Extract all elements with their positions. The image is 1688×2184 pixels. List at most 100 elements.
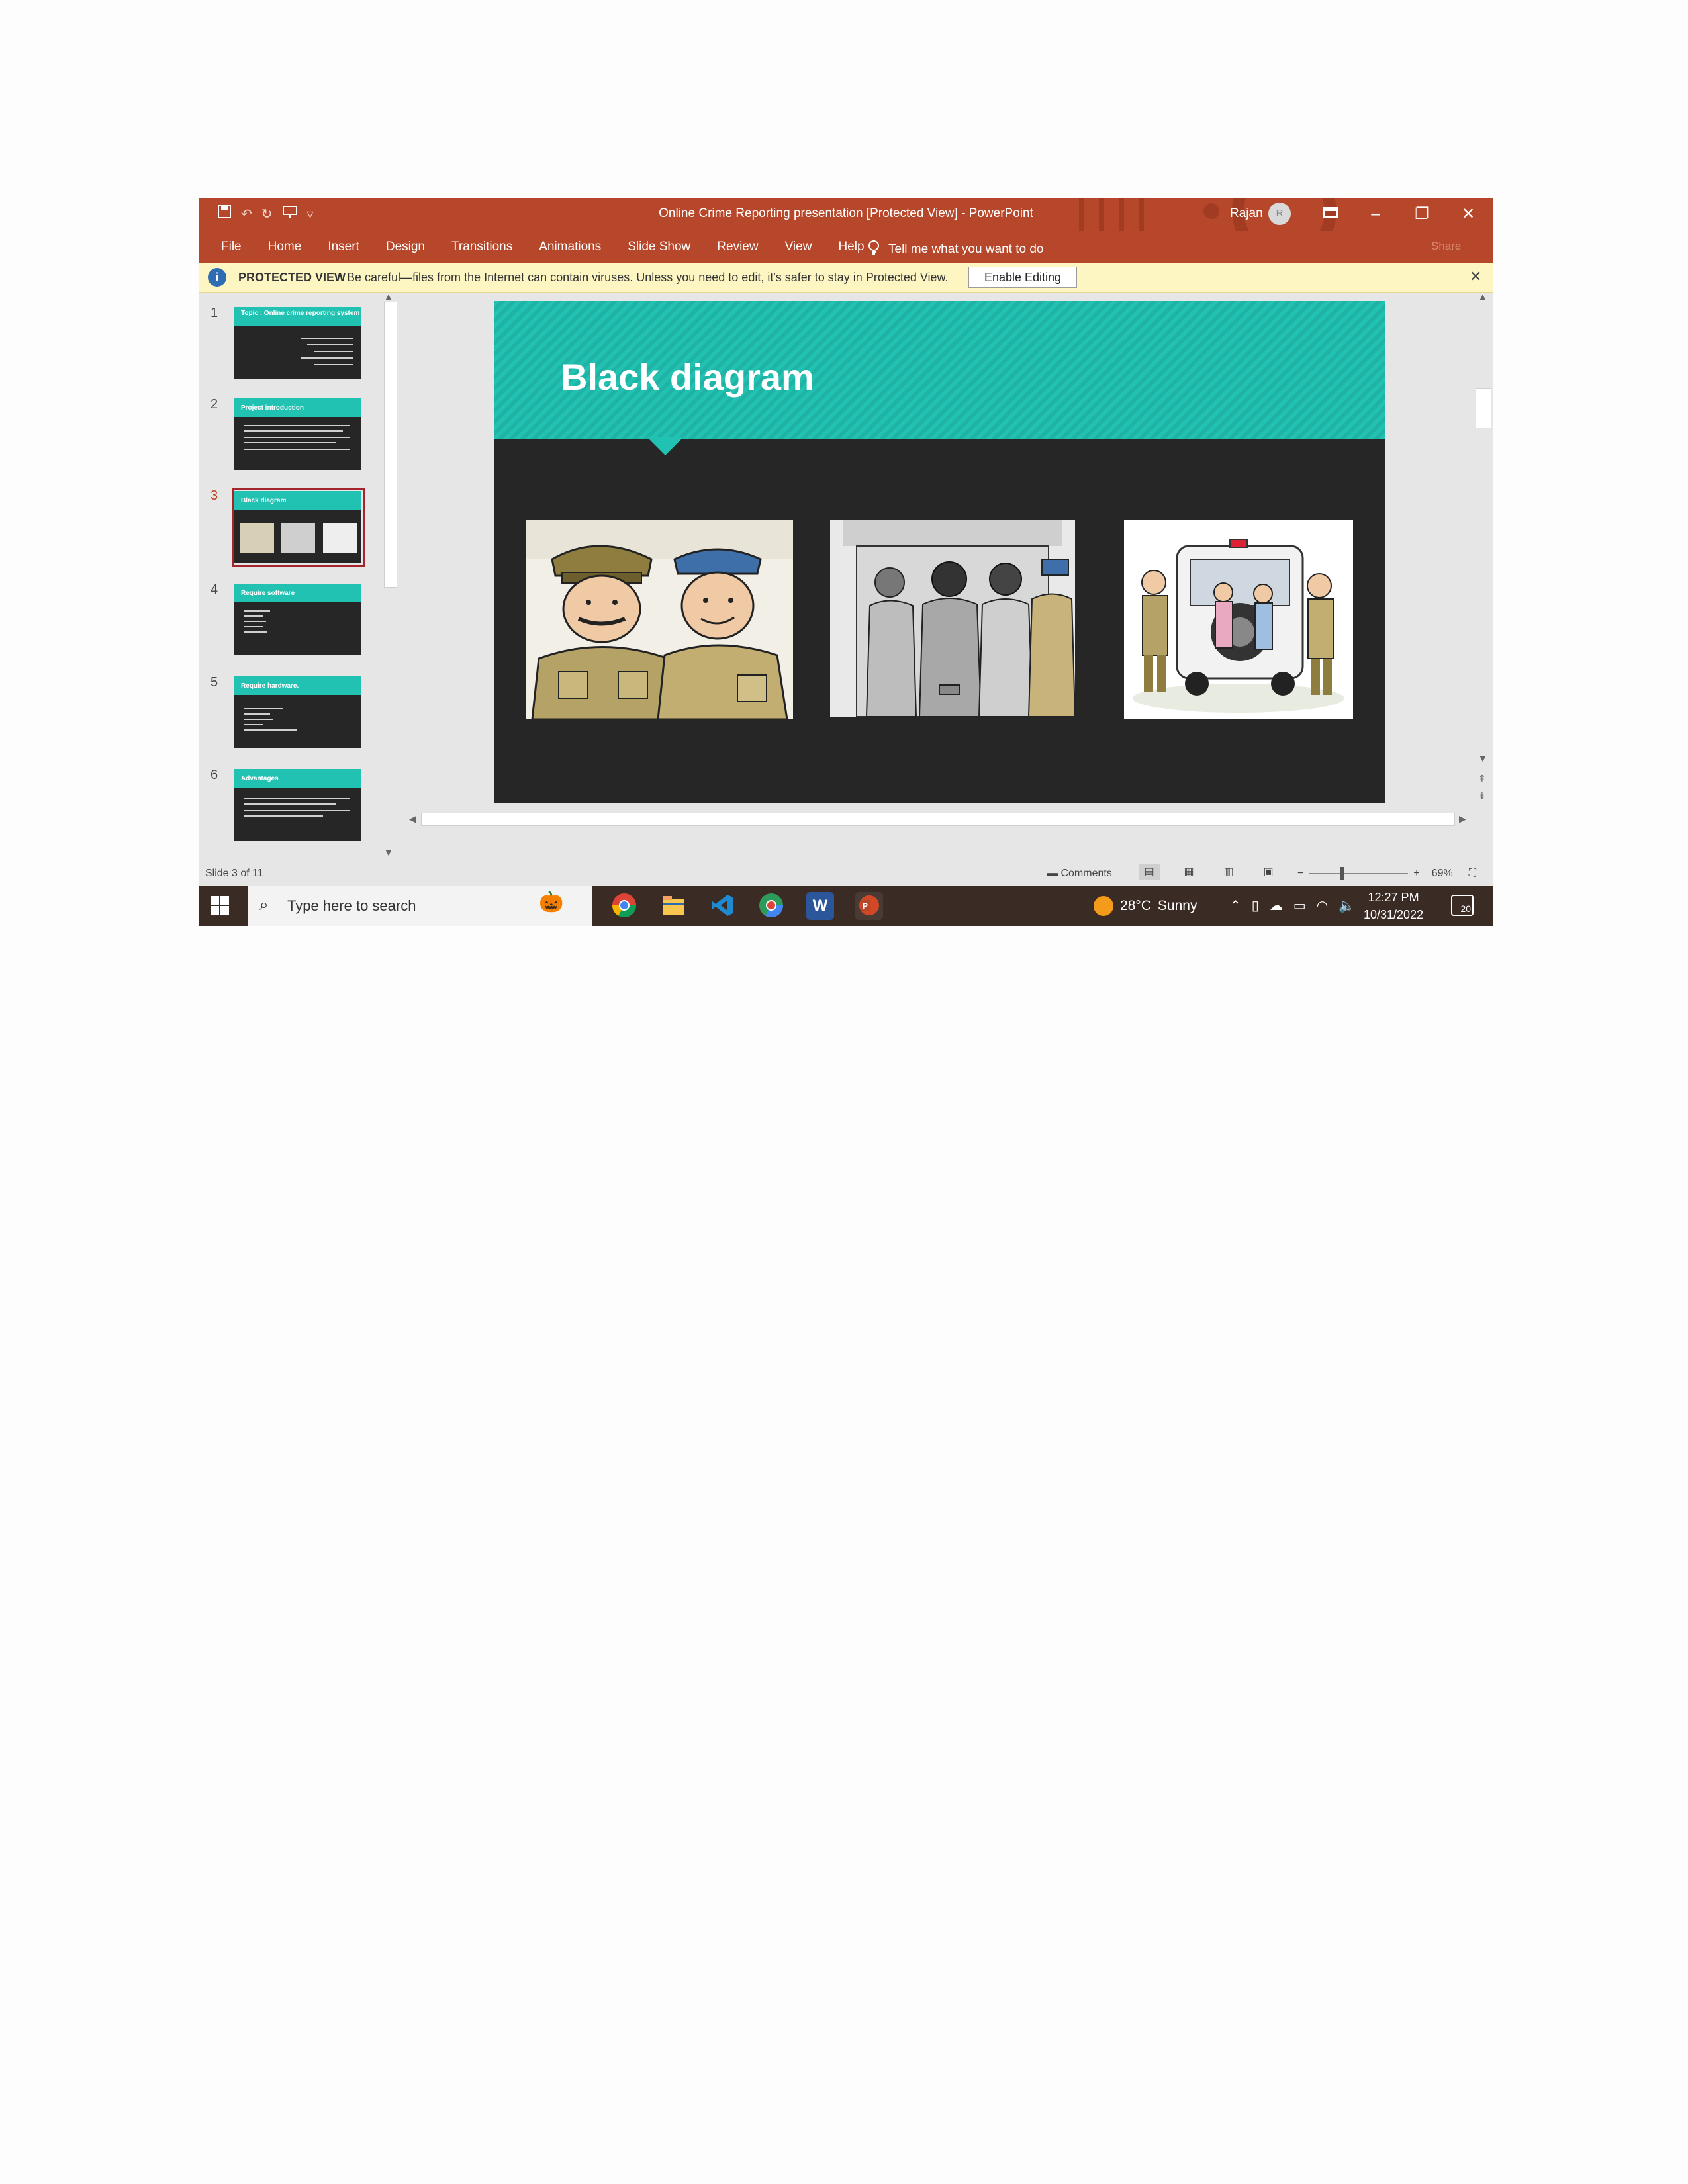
- close-icon[interactable]: ✕: [1455, 202, 1481, 227]
- view-buttons: ▤ ▦ ▥ ▣: [1139, 864, 1279, 880]
- tab-transitions[interactable]: Transitions: [451, 240, 512, 254]
- info-shield-icon: i: [208, 268, 226, 287]
- thumbnail-title: Require hardware.: [241, 682, 299, 690]
- scroll-down-icon[interactable]: ▼: [384, 847, 393, 858]
- meet-now-icon[interactable]: ▯: [1252, 897, 1259, 914]
- tab-review[interactable]: Review: [717, 240, 758, 254]
- onedrive-icon[interactable]: ☁: [1270, 897, 1283, 914]
- next-slide-icon[interactable]: ⇟: [1478, 790, 1486, 801]
- scrollbar-thumb[interactable]: [1476, 388, 1491, 428]
- vscode-icon[interactable]: [708, 892, 736, 920]
- tab-insert[interactable]: Insert: [328, 240, 359, 254]
- tab-help[interactable]: Help: [838, 240, 864, 254]
- tab-animations[interactable]: Animations: [539, 240, 601, 254]
- powerpoint-icon[interactable]: P: [855, 892, 883, 920]
- tell-me-box[interactable]: Tell me what you want to do: [867, 240, 1043, 259]
- slide-horizontal-scrollbar[interactable]: ◀ ▶: [404, 810, 1471, 827]
- file-explorer-icon[interactable]: [659, 892, 687, 920]
- weather-temperature: 28°C: [1120, 898, 1151, 913]
- scroll-up-icon[interactable]: ▲: [384, 291, 393, 302]
- lightbulb-icon: [867, 240, 880, 259]
- ribbon-display-icon[interactable]: [1317, 202, 1344, 227]
- restore-icon[interactable]: ❐: [1409, 202, 1435, 227]
- zoom-level[interactable]: 69%: [1432, 868, 1453, 880]
- tab-file[interactable]: File: [221, 240, 242, 254]
- zoom-control: − + 69% ⛶: [1297, 867, 1476, 880]
- fit-to-window-icon[interactable]: ⛶: [1469, 868, 1476, 880]
- system-tray: ⌃ ▯ ☁ ▭ ◠ 🔈: [1230, 897, 1355, 914]
- windows-taskbar: ⌕ Type here to search 🎃 W P 28°C Sunny ⌃…: [199, 886, 1493, 926]
- tab-design[interactable]: Design: [386, 240, 425, 254]
- enable-editing-button[interactable]: Enable Editing: [968, 267, 1077, 288]
- scroll-left-icon[interactable]: ◀: [409, 813, 416, 825]
- title-bar: ↶ ↻ ▿ Online Crime Reporting presentatio…: [199, 198, 1493, 263]
- share-button[interactable]: Share: [1431, 240, 1461, 253]
- chrome-canary-icon[interactable]: [757, 892, 785, 920]
- thumbnail-number: 2: [211, 397, 218, 412]
- word-icon[interactable]: W: [806, 892, 834, 920]
- slide-title[interactable]: Black diagram: [561, 355, 814, 398]
- weather-widget[interactable]: 28°C Sunny: [1094, 896, 1197, 916]
- scroll-down-icon[interactable]: ▼: [1478, 753, 1487, 764]
- slide-thumbnail-2[interactable]: Project introduction: [234, 398, 361, 470]
- user-name[interactable]: Rajan: [1230, 206, 1263, 221]
- chevron-up-icon[interactable]: ⌃: [1230, 897, 1241, 914]
- close-icon[interactable]: ✕: [1470, 268, 1481, 285]
- ribbon-tabs: File Home Insert Design Transitions Anim…: [221, 240, 891, 254]
- tell-me-label: Tell me what you want to do: [888, 242, 1044, 256]
- thumbnail-title: Advantages: [241, 775, 279, 782]
- tab-view[interactable]: View: [785, 240, 812, 254]
- slide-thumbnail-6[interactable]: Advantages: [234, 769, 361, 841]
- comments-label: Comments: [1060, 868, 1112, 879]
- reading-view-icon[interactable]: ▥: [1218, 864, 1239, 880]
- comments-button[interactable]: ▬ Comments: [1047, 868, 1112, 880]
- notification-center-icon[interactable]: 20: [1451, 895, 1474, 916]
- slide-thumbnail-pane: 1 Topic : Online crime reporting system …: [199, 291, 404, 862]
- search-icon: ⌕: [259, 896, 269, 914]
- slide-sorter-icon[interactable]: ▦: [1178, 864, 1199, 880]
- slide-vertical-scrollbar[interactable]: ▲ ▼ ⇞ ⇟: [1474, 291, 1492, 843]
- taskbar-apps: W P: [610, 892, 883, 920]
- two-police-officers-illustration[interactable]: [526, 520, 793, 719]
- slide-thumbnail-5[interactable]: Require hardware.: [234, 676, 361, 748]
- window-title: Online Crime Reporting presentation [Pro…: [659, 206, 1033, 220]
- sun-icon: [1094, 896, 1113, 916]
- header-notch: [647, 437, 684, 455]
- tab-slide-show[interactable]: Slide Show: [628, 240, 690, 254]
- chrome-icon[interactable]: [610, 892, 638, 920]
- slide-thumbnail-1[interactable]: Topic : Online crime reporting system: [234, 307, 361, 379]
- scrollbar-thumb[interactable]: [421, 813, 1455, 826]
- zoom-in-icon[interactable]: +: [1413, 868, 1419, 880]
- clock-date: 10/31/2022: [1364, 908, 1424, 921]
- taskbar-search-box[interactable]: ⌕ Type here to search 🎃: [248, 886, 592, 926]
- avatar[interactable]: R: [1268, 203, 1291, 225]
- clock-time: 12:27 PM: [1368, 891, 1419, 904]
- slide-thumbnail-4[interactable]: Require software: [234, 584, 361, 655]
- protected-view-bar: i PROTECTED VIEW Be careful—files from t…: [199, 263, 1493, 293]
- thumbnail-scrollbar[interactable]: ▲ ▼: [380, 291, 397, 862]
- powerpoint-window: ↶ ↻ ▿ Online Crime Reporting presentatio…: [199, 198, 1493, 926]
- minimize-icon[interactable]: –: [1362, 202, 1389, 227]
- taskbar-clock[interactable]: 12:27 PM 10/31/2022: [1364, 889, 1423, 923]
- thumbnail-title: Black diagram: [241, 497, 287, 504]
- handcuffed-suspects-illustration[interactable]: [830, 520, 1075, 717]
- wifi-icon[interactable]: ◠: [1317, 897, 1328, 914]
- previous-slide-icon[interactable]: ⇞: [1478, 773, 1486, 784]
- zoom-out-icon[interactable]: −: [1297, 868, 1303, 880]
- windows-start-icon[interactable]: [211, 896, 229, 919]
- slide-show-icon[interactable]: ▣: [1258, 864, 1279, 880]
- battery-icon[interactable]: ▭: [1293, 897, 1306, 914]
- police-van-arrest-illustration[interactable]: [1124, 520, 1353, 719]
- scroll-right-icon[interactable]: ▶: [1459, 813, 1466, 825]
- thumbnail-number: 5: [211, 675, 218, 690]
- thumbnail-title: Topic : Online crime reporting system: [241, 310, 360, 317]
- scroll-up-icon[interactable]: ▲: [1478, 291, 1487, 302]
- scrollbar-thumb[interactable]: [384, 302, 397, 588]
- zoom-slider[interactable]: [1309, 867, 1409, 880]
- tab-home[interactable]: Home: [268, 240, 302, 254]
- slide-canvas[interactable]: Black diagram: [494, 301, 1385, 803]
- volume-icon[interactable]: 🔈: [1338, 897, 1355, 914]
- normal-view-icon[interactable]: ▤: [1139, 864, 1160, 880]
- status-bar: Slide 3 of 11 ▬ Comments ▤ ▦ ▥ ▣ − + 69%…: [199, 862, 1493, 886]
- slide-thumbnail-3[interactable]: Black diagram: [234, 491, 361, 563]
